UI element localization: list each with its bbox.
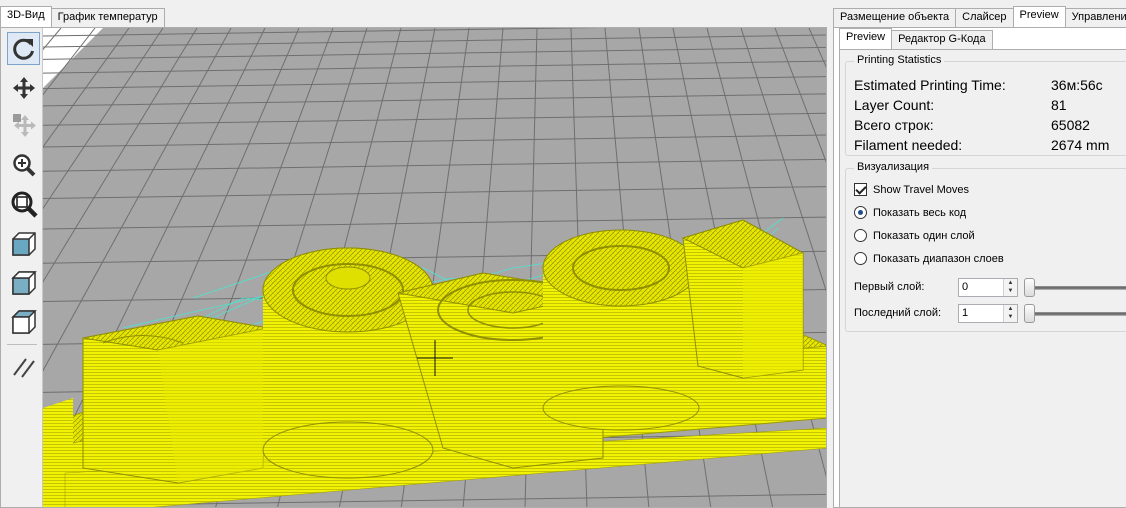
tab-slicer[interactable]: Слайсер <box>955 8 1014 27</box>
show-layer-range-label: Показать диапазон слоев <box>873 252 1004 265</box>
app-window: 3D-Вид График температур Размещение объе… <box>0 0 1126 508</box>
window-top-strip <box>0 0 1126 6</box>
layer-count-label: Layer Count: <box>854 97 935 113</box>
view-toolbar <box>1 28 43 507</box>
show-layer-range-option[interactable]: Показать диапазон слоев <box>854 252 1004 265</box>
spin-down-icon[interactable]: ▼ <box>1004 313 1017 321</box>
last-layer-label: Последний слой: <box>854 307 942 319</box>
zoom-fit-icon <box>11 191 38 218</box>
show-travel-moves-label: Show Travel Moves <box>873 183 969 196</box>
main-tabs: Размещение объекта Слайсер Preview Управ… <box>833 6 1126 27</box>
zoom-icon <box>12 153 35 176</box>
parallel-projection-icon <box>12 357 35 378</box>
show-one-layer-radio[interactable] <box>854 229 867 242</box>
last-layer-value: 1 <box>962 307 969 319</box>
toolbar-separator <box>7 344 37 345</box>
printing-statistics-group: Printing Statistics Estimated Printing T… <box>845 54 1126 156</box>
show-all-code-radio[interactable] <box>854 206 867 219</box>
tab-3d-view[interactable]: 3D-Вид <box>0 6 52 27</box>
tab-control[interactable]: Управление <box>1064 8 1126 27</box>
first-layer-slider-thumb[interactable] <box>1024 278 1035 297</box>
total-lines-label: Всего строк: <box>854 117 934 133</box>
print-preview-render[interactable] <box>1 28 827 508</box>
tab-preview-sub[interactable]: Preview <box>839 28 893 49</box>
tab-preview[interactable]: Preview <box>1012 6 1066 27</box>
layer-count-value: 81 <box>1051 97 1067 113</box>
spin-up-icon[interactable]: ▲ <box>1004 305 1017 313</box>
last-layer-slider-thumb[interactable] <box>1024 304 1035 323</box>
print-time-value: 36м:56с <box>1051 77 1103 93</box>
last-layer-slider-track[interactable] <box>1026 312 1126 316</box>
show-one-layer-label: Показать один слой <box>873 229 975 242</box>
last-layer-spinner[interactable]: 1 ▲ ▼ <box>958 304 1018 323</box>
visualization-group: Визуализация Show Travel Moves Показать … <box>845 161 1126 332</box>
zoom-tool-button[interactable] <box>7 148 40 181</box>
last-layer-spin-buttons[interactable]: ▲ ▼ <box>1003 305 1017 322</box>
3d-scene[interactable] <box>1 28 827 508</box>
print-time-label: Estimated Printing Time: <box>854 77 1006 93</box>
rotate-icon <box>12 38 34 60</box>
show-all-code-option[interactable]: Показать весь код <box>854 206 966 219</box>
tab-gcode-editor[interactable]: Редактор G-Кода <box>891 30 993 49</box>
show-one-layer-option[interactable]: Показать один слой <box>854 229 975 242</box>
tab-temperature-graph[interactable]: График температур <box>50 8 165 27</box>
first-layer-slider-track[interactable] <box>1026 286 1126 290</box>
show-travel-moves-option[interactable]: Show Travel Moves <box>854 183 969 196</box>
first-layer-value: 0 <box>962 281 969 293</box>
first-layer-spin-buttons[interactable]: ▲ ▼ <box>1003 279 1017 296</box>
move-object-icon <box>12 113 36 137</box>
preview-panel: Printing Statistics Estimated Printing T… <box>839 49 1126 508</box>
viewport-tabs: 3D-Вид График температур <box>0 6 165 27</box>
show-layer-range-radio[interactable] <box>854 252 867 265</box>
show-travel-moves-checkbox[interactable] <box>854 183 867 196</box>
show-all-code-label: Показать весь код <box>873 206 967 219</box>
3d-view-panel <box>0 27 827 508</box>
spin-down-icon[interactable]: ▼ <box>1004 287 1017 295</box>
view-iso-icon <box>11 231 36 256</box>
total-lines-value: 65082 <box>1051 117 1090 133</box>
zoom-fit-button[interactable] <box>7 187 40 220</box>
first-layer-spinner[interactable]: 0 ▲ ▼ <box>958 278 1018 297</box>
rotate-tool-button[interactable] <box>7 32 40 65</box>
first-layer-label: Первый слой: <box>854 281 925 293</box>
filament-needed-label: Filament needed: <box>854 137 963 153</box>
view-iso-button[interactable] <box>7 227 40 260</box>
spin-up-icon[interactable]: ▲ <box>1004 279 1017 287</box>
view-top-button[interactable] <box>7 305 40 338</box>
preview-subtabs: Preview Редактор G-Кода <box>839 28 993 49</box>
filament-needed-value: 2674 mm <box>1051 137 1110 153</box>
move-object-tool-button[interactable] <box>7 108 40 141</box>
tab-object-placement[interactable]: Размещение объекта <box>833 8 957 27</box>
visualization-title: Визуализация <box>854 161 933 173</box>
view-top-icon <box>10 309 37 334</box>
view-front-button[interactable] <box>7 266 40 299</box>
view-front-icon <box>10 270 37 295</box>
parallel-projection-button[interactable] <box>7 350 40 383</box>
move-icon <box>12 76 35 99</box>
move-tool-button[interactable] <box>7 71 40 104</box>
printing-statistics-title: Printing Statistics <box>854 54 945 66</box>
